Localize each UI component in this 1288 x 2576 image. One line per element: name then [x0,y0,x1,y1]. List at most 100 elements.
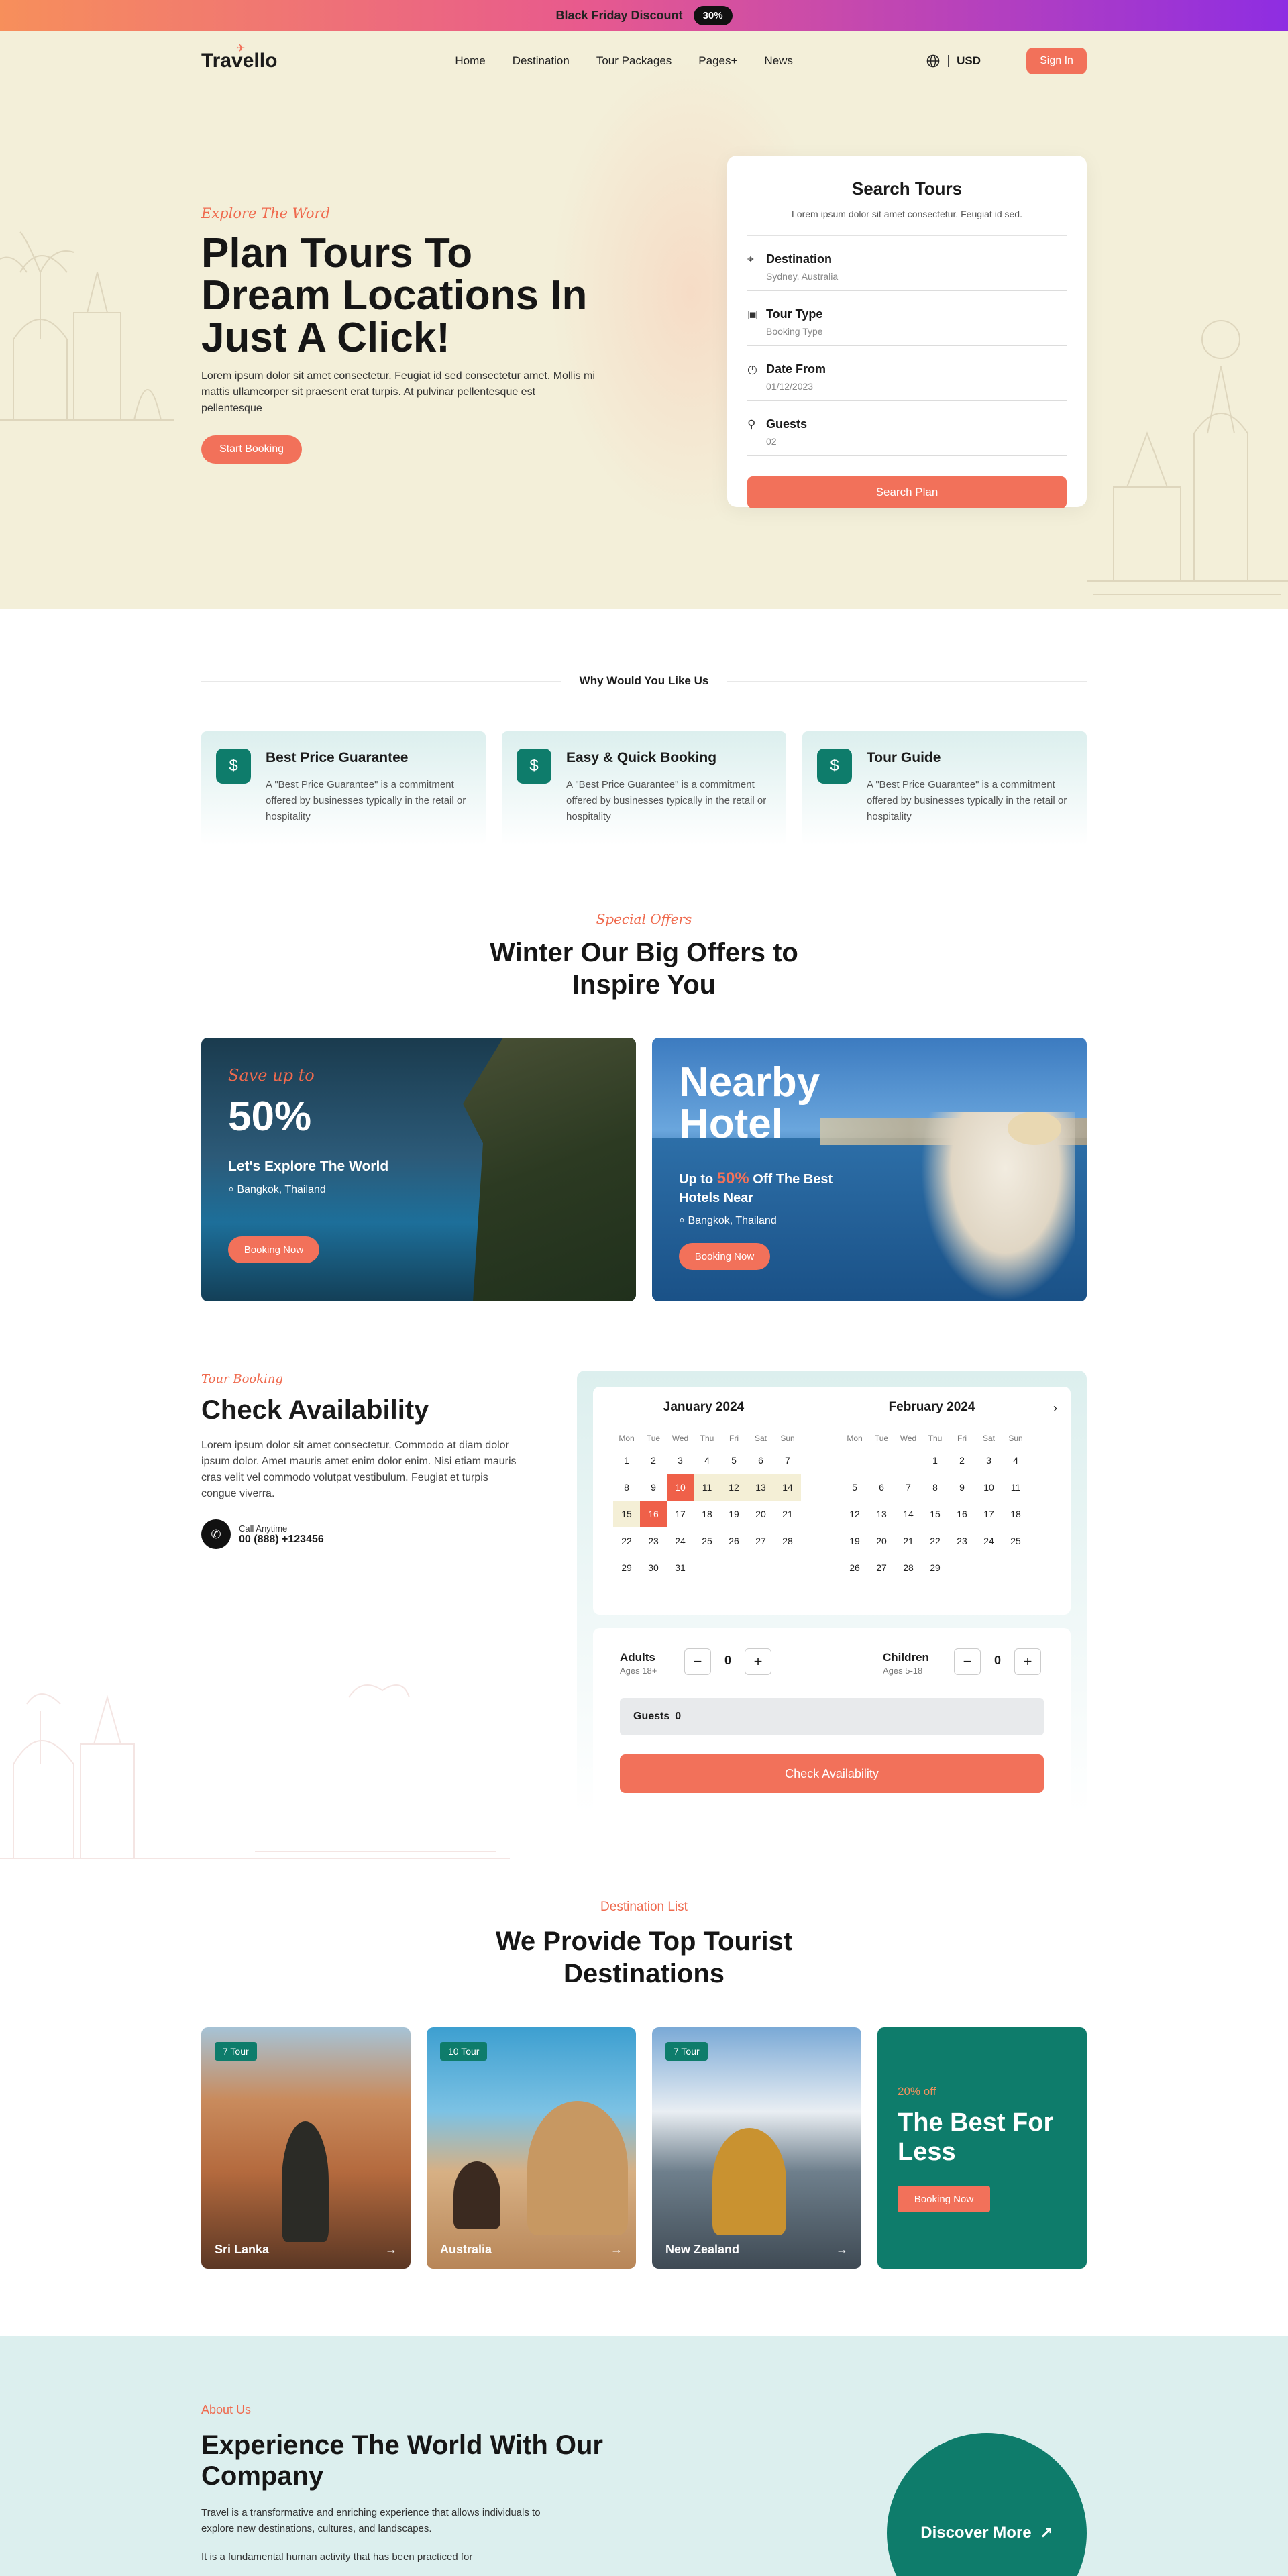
calendar-day[interactable]: 13 [747,1474,774,1501]
guests-value: 02 [766,436,777,447]
calendar-day[interactable]: 24 [975,1527,1002,1554]
date-from-field[interactable]: ◷ Date From 01/12/2023 [747,346,1067,401]
calendar-day[interactable]: 10 [667,1474,694,1501]
calendar-day[interactable]: 31 [667,1554,694,1581]
calendar-day[interactable]: 16 [640,1501,667,1527]
calendar-day[interactable]: 25 [694,1527,720,1554]
calendar-day[interactable]: 28 [895,1554,922,1581]
calendar-day[interactable]: 11 [1002,1474,1029,1501]
destination-card-new-zealand[interactable]: 7 Tour New Zealand → [652,2027,861,2269]
signin-button[interactable]: Sign In [1026,48,1087,74]
calendar-day[interactable]: 15 [922,1501,949,1527]
calendar-day[interactable]: 27 [868,1554,895,1581]
calendar-day[interactable]: 26 [720,1527,747,1554]
chevron-right-icon[interactable]: › [1053,1401,1057,1415]
destination-card-australia[interactable]: 10 Tour Australia → [427,2027,636,2269]
booking-now-button[interactable]: Booking Now [228,1236,319,1263]
calendar-day[interactable]: 12 [841,1501,868,1527]
calendar-month-january: January 2024 Mon Tue Wed Thu Fri Sat Sun 1 2 3 4 5 6… [593,1400,814,1581]
offer-card-explore[interactable]: Save up to 50% Let's Explore The World ⌖… [201,1038,636,1301]
calendar-day[interactable]: 30 [640,1554,667,1581]
destination-card-sri-lanka[interactable]: 7 Tour Sri Lanka → [201,2027,411,2269]
calendar-day[interactable]: 12 [720,1474,747,1501]
adults-minus-button[interactable]: − [684,1648,711,1675]
calendar-day[interactable]: 15 [613,1501,640,1527]
call-block[interactable]: ✆ Call Anytime 00 (888) +123456 [201,1519,523,1549]
logo[interactable]: Travello ✈ [201,43,277,72]
menu-item-pages[interactable]: Pages+ [698,54,737,68]
calendar-day[interactable]: 6 [747,1447,774,1474]
calendar-day[interactable]: 22 [613,1527,640,1554]
calendar-day[interactable]: 2 [949,1447,975,1474]
calendar-day[interactable]: 24 [667,1527,694,1554]
menu-item-home[interactable]: Home [455,54,485,68]
calendar-day[interactable]: 28 [774,1527,801,1554]
calendar-day[interactable]: 29 [613,1554,640,1581]
search-plan-button[interactable]: Search Plan [747,476,1067,508]
calendar-day[interactable]: 18 [694,1501,720,1527]
menu-item-news[interactable]: News [764,54,793,68]
calendar-day[interactable]: 20 [868,1527,895,1554]
tour-type-field[interactable]: ▣ Tour Type Booking Type [747,291,1067,346]
calendar-day[interactable]: 2 [640,1447,667,1474]
calendar-day[interactable]: 23 [949,1527,975,1554]
calendar-day[interactable]: 19 [841,1527,868,1554]
calendar-day[interactable]: 27 [747,1527,774,1554]
adults-plus-button[interactable]: + [745,1648,771,1675]
calendar-day[interactable]: 16 [949,1501,975,1527]
calendar-day[interactable]: 17 [667,1501,694,1527]
calendar-day[interactable]: 9 [949,1474,975,1501]
discover-more-button[interactable]: Discover More ↗ [887,2433,1087,2576]
calendar-day[interactable]: 29 [922,1554,949,1581]
calendar-day[interactable]: 7 [774,1447,801,1474]
menu-item-tour-packages[interactable]: Tour Packages [596,54,672,68]
calendar-day[interactable]: 7 [895,1474,922,1501]
children-plus-button[interactable]: + [1014,1648,1041,1675]
calendar-day[interactable]: 19 [720,1501,747,1527]
calendar-day[interactable]: 17 [975,1501,1002,1527]
children-minus-button[interactable]: − [954,1648,981,1675]
booking-now-button[interactable]: Booking Now [679,1243,770,1270]
calendar-day[interactable]: 4 [694,1447,720,1474]
arrow-right-icon[interactable]: → [385,2243,397,2257]
calendar-day[interactable]: 21 [895,1527,922,1554]
calendar-day[interactable]: 1 [613,1447,640,1474]
calendar-day[interactable]: 3 [667,1447,694,1474]
calendar-day[interactable]: 14 [895,1501,922,1527]
calendar-day[interactable]: 25 [1002,1527,1029,1554]
calendar-day[interactable]: 21 [774,1501,801,1527]
promo-discount: 20% off [898,2085,936,2098]
calendar-day[interactable]: 13 [868,1501,895,1527]
offer-card-hotel[interactable]: Nearby Hotel Up to 50% Off The Best Hote… [652,1038,1087,1301]
booking-now-button[interactable]: Booking Now [898,2186,990,2212]
calendar-day[interactable]: 8 [613,1474,640,1501]
calendar-day[interactable]: 14 [774,1474,801,1501]
calendar-day[interactable]: 9 [640,1474,667,1501]
calendar-day[interactable]: 5 [841,1474,868,1501]
currency-selector[interactable]: USD [957,54,981,68]
calendar-day[interactable]: 10 [975,1474,1002,1501]
calendar-day[interactable]: 1 [922,1447,949,1474]
calendar-day[interactable]: 3 [975,1447,1002,1474]
about-section: About Us Experience The World With Our C… [0,2336,1288,2576]
destination-field[interactable]: ⌖ Destination Sydney, Australia [747,236,1067,291]
check-availability-button[interactable]: Check Availability [620,1754,1044,1793]
globe-icon[interactable] [926,54,940,68]
calendar-day[interactable]: 4 [1002,1447,1029,1474]
calendar-day[interactable]: 23 [640,1527,667,1554]
menu-item-destination[interactable]: Destination [513,54,570,68]
start-booking-button[interactable]: Start Booking [201,435,302,464]
calendar-day[interactable]: 6 [868,1474,895,1501]
calendar-day[interactable]: 18 [1002,1501,1029,1527]
calendar-day[interactable]: 8 [922,1474,949,1501]
calendar-day[interactable]: 22 [922,1527,949,1554]
calendar-day[interactable]: 11 [694,1474,720,1501]
call-number[interactable]: 00 (888) +123456 [239,1534,324,1546]
feature-title: Easy & Quick Booking [566,750,717,765]
guests-field[interactable]: ⚲ Guests 02 [747,401,1067,456]
calendar-day[interactable]: 20 [747,1501,774,1527]
arrow-right-icon[interactable]: → [610,2243,623,2257]
calendar-day[interactable]: 26 [841,1554,868,1581]
calendar-day[interactable]: 5 [720,1447,747,1474]
arrow-right-icon[interactable]: → [836,2243,848,2257]
